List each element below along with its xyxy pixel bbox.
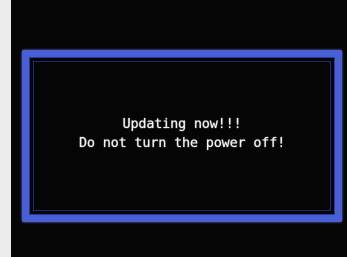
update-dialog: Updating now!!! Do not turn the power of… — [22, 50, 342, 222]
dialog-content: Updating now!!! Do not turn the power of… — [33, 61, 331, 211]
page: Updating now!!! Do not turn the power of… — [0, 0, 347, 257]
updating-message: Updating now!!! — [122, 116, 242, 132]
power-warning-message: Do not turn the power off! — [78, 135, 286, 151]
device-screen: Updating now!!! Do not turn the power of… — [11, 0, 347, 257]
